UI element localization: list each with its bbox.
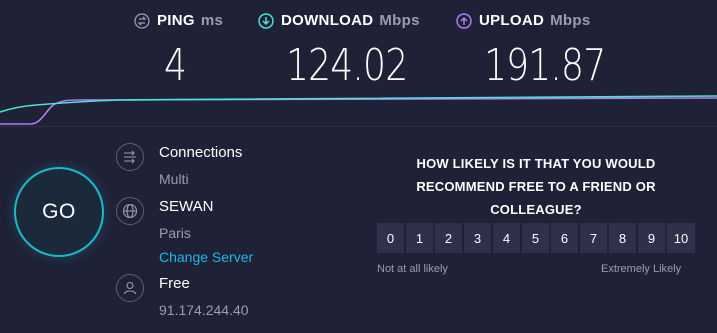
graph-divider <box>0 126 717 127</box>
upload-value: 191.87 <box>484 40 606 91</box>
upload-label: UPLOAD <box>479 12 545 29</box>
ping-stat: PING ms 4 <box>134 12 223 91</box>
rating-button-8[interactable]: 8 <box>609 223 636 253</box>
connections-row[interactable]: Connections Multi <box>116 143 242 189</box>
ping-header: PING ms <box>134 12 223 29</box>
speed-graph <box>0 95 717 125</box>
rating-button-2[interactable]: 2 <box>435 223 462 253</box>
rating-button-6[interactable]: 6 <box>551 223 578 253</box>
rating-button-7[interactable]: 7 <box>580 223 607 253</box>
rating-button-9[interactable]: 9 <box>638 223 665 253</box>
download-stat: DOWNLOAD Mbps 124.02 <box>258 12 420 91</box>
user-icon <box>116 274 144 302</box>
connections-title: Connections <box>159 144 243 161</box>
provider-ip: 91.174.244.40 <box>159 302 249 318</box>
scale-low-label: Not at all likely <box>377 263 448 275</box>
provider-row: Free 91.174.244.40 <box>116 274 249 320</box>
download-header: DOWNLOAD Mbps <box>258 12 420 29</box>
rating-button-4[interactable]: 4 <box>493 223 520 253</box>
download-unit: Mbps <box>379 12 420 29</box>
upload-graph-line <box>0 97 717 125</box>
rating-button-3[interactable]: 3 <box>464 223 491 253</box>
ping-label: PING <box>157 12 195 29</box>
server-name: SEWAN <box>159 198 214 215</box>
connections-value: Multi <box>159 171 189 187</box>
rating-button-0[interactable]: 0 <box>377 223 404 253</box>
connections-icon <box>116 143 144 171</box>
server-location: Paris <box>159 225 191 241</box>
ping-unit: ms <box>200 12 224 29</box>
download-label: DOWNLOAD <box>281 12 374 29</box>
rating-button-5[interactable]: 5 <box>522 223 549 253</box>
go-button[interactable]: GO <box>14 167 104 257</box>
server-row: SEWAN Paris Change Server <box>116 197 253 267</box>
scale-high-label: Extremely Likely <box>601 263 682 275</box>
rating-scale: 0 1 2 3 4 5 6 7 8 9 10 <box>377 223 695 253</box>
globe-icon <box>116 197 144 225</box>
ping-icon <box>134 12 150 29</box>
ping-value: 4 <box>164 40 187 91</box>
change-server-link[interactable]: Change Server <box>159 247 253 267</box>
rating-button-1[interactable]: 1 <box>406 223 433 253</box>
upload-header: UPLOAD Mbps <box>456 12 591 29</box>
download-arrow-icon <box>258 12 274 29</box>
upload-unit: Mbps <box>550 12 591 29</box>
survey-question: HOW LIKELY IS IT THAT YOU WOULD RECOMMEN… <box>416 156 656 217</box>
download-value: 124.02 <box>286 40 408 91</box>
upload-arrow-icon <box>456 12 472 29</box>
upload-stat: UPLOAD Mbps 191.87 <box>456 12 606 91</box>
provider-name: Free <box>159 275 190 292</box>
rating-button-10[interactable]: 10 <box>667 223 695 253</box>
